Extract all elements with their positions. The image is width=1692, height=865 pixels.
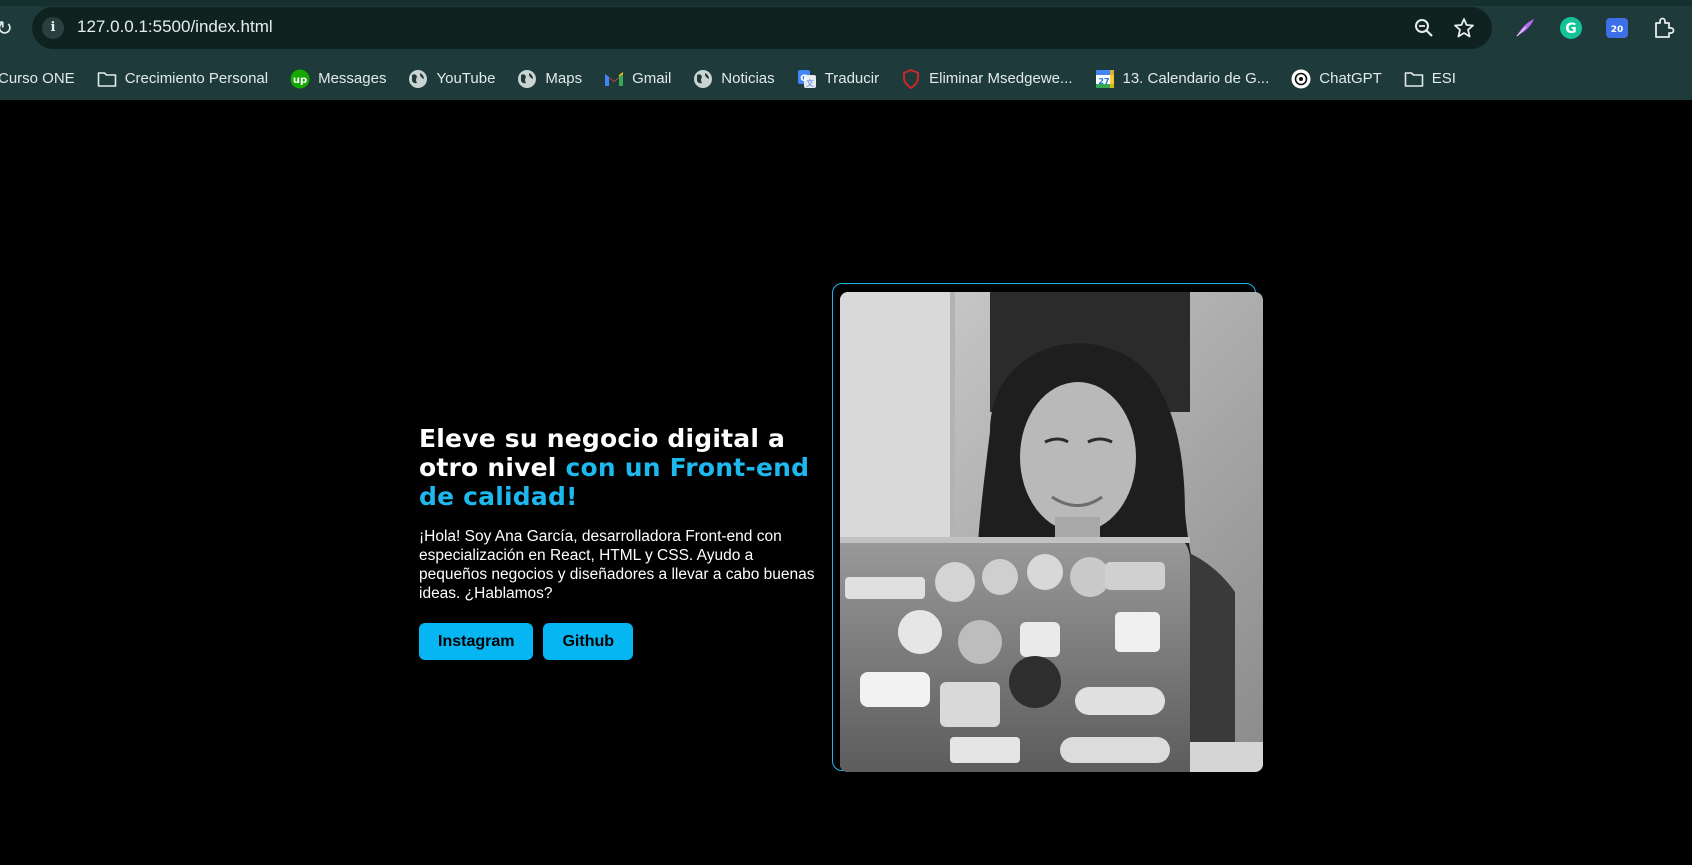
folder-icon bbox=[97, 69, 117, 89]
bookmark-label: 13. Calendario de G... bbox=[1122, 70, 1270, 87]
upwork-icon: up bbox=[290, 69, 310, 89]
zoom-icon[interactable] bbox=[1412, 16, 1436, 40]
bookmark-label: Messages bbox=[318, 70, 387, 87]
shield-icon bbox=[901, 68, 921, 89]
hero-description: ¡Hola! Soy Ana García, desarrolladora Fr… bbox=[419, 528, 815, 602]
bookmark-label: Maps bbox=[545, 70, 583, 87]
instagram-button[interactable]: Instagram bbox=[419, 623, 534, 660]
site-info-icon[interactable]: i bbox=[42, 17, 64, 39]
quill-extension-icon[interactable] bbox=[1512, 15, 1538, 41]
bookmark-messages[interactable]: up Messages bbox=[290, 69, 386, 89]
bookmark-calendario[interactable]: 27 13. Calendario de G... bbox=[1095, 69, 1270, 89]
bookmark-chatgpt[interactable]: ChatGPT bbox=[1291, 69, 1382, 89]
chatgpt-icon bbox=[1291, 69, 1311, 89]
svg-text:up: up bbox=[293, 75, 307, 86]
bookmark-youtube[interactable]: YouTube bbox=[408, 69, 495, 89]
bookmark-label: Crecimiento Personal bbox=[124, 70, 269, 87]
github-button[interactable]: Github bbox=[543, 623, 634, 660]
reload-icon[interactable]: ↻ bbox=[0, 16, 16, 40]
hero-text-block: Eleve su negocio digital a otro nivel co… bbox=[419, 424, 831, 660]
bookmark-crecimiento-personal[interactable]: Crecimiento Personal bbox=[97, 69, 268, 89]
ocr-extension-icon[interactable]: 20 bbox=[1604, 15, 1630, 41]
translate-icon: G文 bbox=[797, 69, 817, 89]
gmail-icon bbox=[604, 69, 624, 89]
bookmark-label: Noticias bbox=[721, 70, 775, 87]
profile-photo-illustration bbox=[840, 292, 1263, 772]
profile-photo bbox=[840, 292, 1263, 772]
hero-title: Eleve su negocio digital a otro nivel co… bbox=[419, 424, 831, 511]
globe-icon bbox=[408, 69, 428, 89]
calendar-day: 27 bbox=[1098, 77, 1109, 86]
address-bar[interactable]: i 127.0.0.1:5500/index.html bbox=[32, 7, 1492, 49]
address-url[interactable]: 127.0.0.1:5500/index.html bbox=[77, 17, 273, 37]
bookmark-label: ChatGPT bbox=[1319, 70, 1382, 87]
globe-icon bbox=[517, 69, 537, 89]
bookmark-eliminar-msedgewebview[interactable]: Eliminar Msedgewe... bbox=[901, 68, 1073, 89]
svg-text:20: 20 bbox=[1611, 25, 1624, 35]
folder-icon bbox=[1404, 69, 1424, 89]
bookmark-label: YouTube bbox=[436, 70, 496, 87]
bookmark-label: ESI bbox=[1431, 70, 1456, 87]
bookmark-label: Curso ONE bbox=[0, 70, 75, 87]
bookmark-traducir[interactable]: G文 Traducir bbox=[797, 69, 879, 89]
bookmark-esi[interactable]: ESI bbox=[1404, 69, 1456, 89]
calendar-icon: 27 bbox=[1095, 69, 1115, 89]
svg-text:G: G bbox=[1565, 21, 1577, 37]
bookmark-curso-one[interactable]: Curso ONE bbox=[0, 70, 75, 87]
bookmark-label: Eliminar Msedgewe... bbox=[929, 70, 1073, 87]
extensions-puzzle-icon[interactable] bbox=[1650, 15, 1676, 41]
bookmark-maps[interactable]: Maps bbox=[517, 69, 582, 89]
bookmark-label: Traducir bbox=[824, 70, 880, 87]
globe-icon bbox=[693, 69, 713, 89]
bookmark-star-icon[interactable] bbox=[1452, 16, 1476, 40]
browser-toolbar: ↻ i 127.0.0.1:5500/index.html G 20 bbox=[0, 0, 1692, 57]
bookmark-label: Gmail bbox=[632, 70, 672, 87]
svg-text:文: 文 bbox=[806, 78, 814, 88]
grammarly-icon[interactable]: G bbox=[1558, 15, 1584, 41]
bookmark-noticias[interactable]: Noticias bbox=[693, 69, 775, 89]
bookmarks-bar: Curso ONE Crecimiento Personal up Messag… bbox=[0, 57, 1692, 100]
hero-buttons: Instagram Github bbox=[419, 623, 831, 660]
bookmark-gmail[interactable]: Gmail bbox=[604, 69, 671, 89]
